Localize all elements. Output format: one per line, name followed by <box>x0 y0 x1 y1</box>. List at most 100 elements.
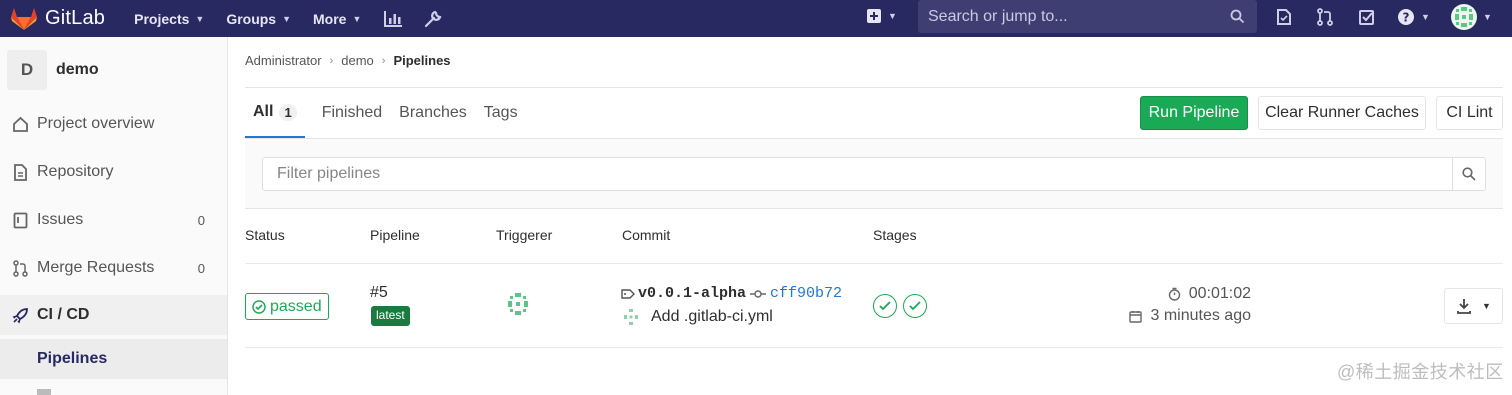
timer-icon <box>1168 287 1180 301</box>
sidebar-item-ci-cd[interactable]: CI / CD <box>0 295 227 335</box>
download-icon <box>1457 299 1471 314</box>
column-header-commit: Commit <box>622 227 671 243</box>
pipeline-status-badge[interactable]: passed <box>245 293 329 320</box>
groups-menu[interactable]: Groups ▼ <box>226 11 291 27</box>
groups-menu-label: Groups <box>226 10 277 27</box>
user-avatar <box>1451 4 1477 30</box>
help-menu[interactable]: ? ▼ <box>1397 8 1430 26</box>
sidebar-item-issues[interactable]: Issues 0 <box>0 200 227 240</box>
breadcrumb-administrator[interactable]: Administrator <box>245 53 322 68</box>
commit-sha-link[interactable]: cff90b72 <box>770 285 842 302</box>
breadcrumb-demo[interactable]: demo <box>341 53 374 68</box>
run-pipeline-button[interactable]: Run Pipeline <box>1140 96 1248 130</box>
sidebar-item-project-overview[interactable]: Project overview <box>0 104 227 144</box>
project-name: demo <box>56 61 99 78</box>
pipeline-finished-time: 3 minutes ago <box>1129 307 1251 325</box>
new-item-menu[interactable]: ▼ <box>866 8 897 24</box>
sidebar-item-label: Merge Requests <box>37 259 155 276</box>
chevron-down-icon: ▼ <box>282 13 292 24</box>
sidebar-item-label: Issues <box>37 211 84 228</box>
status-label: passed <box>270 297 322 315</box>
sidebar-next-subitem-clipped <box>37 389 51 395</box>
stage-status-button[interactable] <box>903 294 927 318</box>
watermark: @稀土掘金技术社区 <box>1337 362 1504 382</box>
sidebar-item-merge-requests[interactable]: Merge Requests 0 <box>0 248 227 288</box>
commit-message-link[interactable]: Add .gitlab-ci.yml <box>651 308 773 326</box>
tab-all[interactable]: All 1 <box>245 88 305 138</box>
tab-label: Branches <box>399 104 467 121</box>
column-header-stages: Stages <box>873 227 917 243</box>
activity-chart-icon[interactable] <box>383 10 403 28</box>
chevron-down-icon: ▼ <box>1482 301 1491 311</box>
check-icon <box>879 301 891 311</box>
check-icon <box>909 301 921 311</box>
divider <box>245 263 1503 264</box>
rocket-icon <box>12 307 29 324</box>
issues-check-icon[interactable] <box>1358 8 1376 26</box>
pipeline-latest-badge: latest <box>371 306 410 326</box>
calendar-icon <box>1129 310 1143 323</box>
issues-icon <box>12 212 29 229</box>
tab-tags[interactable]: Tags <box>484 88 518 138</box>
user-menu[interactable]: ▼ <box>1451 4 1492 30</box>
filter-bar <box>245 139 1503 209</box>
duration-value: 00:01:02 <box>1188 285 1251 302</box>
more-menu-label: More <box>313 10 347 27</box>
chevron-down-icon: ▼ <box>1421 12 1430 22</box>
sidebar-subitem-pipelines[interactable]: Pipelines <box>0 339 227 379</box>
search-icon <box>1462 167 1476 181</box>
merge-request-icon[interactable] <box>1316 8 1334 26</box>
projects-menu[interactable]: Projects ▼ <box>134 11 204 27</box>
pipeline-id-link[interactable]: #5 <box>370 284 388 302</box>
search-icon <box>1230 9 1245 24</box>
ci-lint-button[interactable]: CI Lint <box>1436 96 1503 130</box>
doc-icon <box>12 163 29 181</box>
tag-icon <box>621 288 635 299</box>
top-navbar: GitLab Projects ▼ Groups ▼ More ▼ ▼ ? ▼ <box>0 0 1512 37</box>
project-header[interactable]: D demo <box>0 37 227 103</box>
help-icon: ? <box>1398 9 1414 25</box>
commit-ref-link[interactable]: v0.0.1-alpha <box>638 285 746 302</box>
tab-label: Tags <box>483 104 518 121</box>
pipeline-duration: 00:01:02 <box>1168 285 1251 303</box>
sidebar-item-repository[interactable]: Repository <box>0 152 227 192</box>
tab-finished[interactable]: Finished <box>322 88 382 138</box>
merge-requests-count-badge: 0 <box>197 260 205 276</box>
admin-wrench-icon[interactable] <box>423 9 443 29</box>
commit-icon <box>750 289 767 298</box>
project-avatar: D <box>7 50 47 90</box>
commit-message-line: Add .gitlab-ci.yml <box>621 307 773 327</box>
gitlab-logo[interactable]: GitLab <box>11 7 105 31</box>
commit-author-avatar[interactable] <box>621 307 641 327</box>
commit-ref-line: v0.0.1-alpha cff90b72 <box>621 285 842 302</box>
column-header-status: Status <box>245 227 285 243</box>
clear-runner-caches-button[interactable]: Clear Runner Caches <box>1258 96 1426 130</box>
breadcrumb-current[interactable]: Pipelines <box>393 53 450 68</box>
pipeline-scope-tabs: All 1 Finished Branches Tags <box>245 88 535 138</box>
check-circle-icon <box>252 299 266 314</box>
tab-branches[interactable]: Branches <box>399 88 467 138</box>
svg-text:?: ? <box>1403 11 1410 25</box>
project-sidebar: D demo Project overview Repository Issue… <box>0 37 228 395</box>
triggerer-avatar[interactable] <box>504 290 532 318</box>
stage-status-button[interactable] <box>873 294 897 318</box>
download-artifacts-dropdown[interactable]: ▼ <box>1444 288 1503 324</box>
finished-value: 3 minutes ago <box>1150 307 1251 324</box>
chevron-down-icon: ▼ <box>195 13 205 24</box>
merge-request-icon <box>12 259 29 277</box>
issues-count-badge: 0 <box>197 212 205 228</box>
search-input[interactable] <box>928 7 1218 26</box>
global-search[interactable] <box>918 0 1257 33</box>
brand-name: GitLab <box>45 7 106 29</box>
filter-pipelines-input[interactable] <box>277 165 1377 183</box>
chevron-down-icon: ▼ <box>888 11 897 21</box>
gitlab-tanuki-icon <box>11 7 37 30</box>
sidebar-item-label: Repository <box>37 163 114 180</box>
todo-icon[interactable] <box>1275 8 1293 26</box>
chevron-right-icon: › <box>329 54 334 67</box>
filter-box[interactable] <box>262 157 1453 191</box>
more-menu[interactable]: More ▼ <box>313 11 361 27</box>
chevron-down-icon: ▼ <box>1483 12 1492 22</box>
filter-search-button[interactable] <box>1452 157 1486 191</box>
plus-square-icon <box>867 9 881 23</box>
